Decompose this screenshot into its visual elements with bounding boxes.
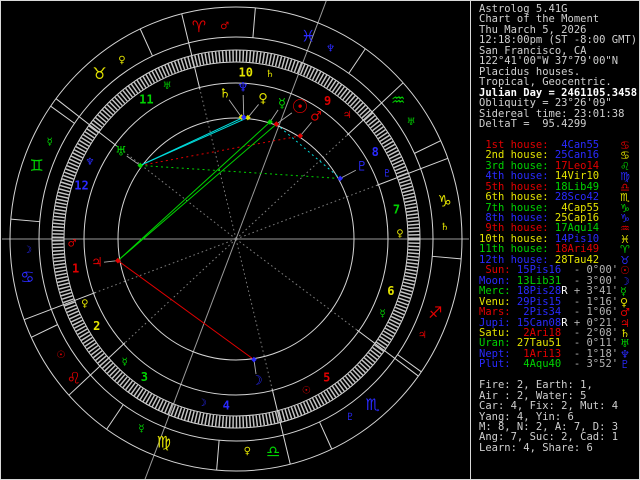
house-ruler-icon: ♄ (265, 69, 274, 80)
sign-ruler-icon: ♅ (407, 117, 416, 128)
house-ruler-icon: ♂ (68, 238, 77, 249)
planet-icon: ♇ (356, 160, 368, 175)
astrolog-window: ♈ ♂ ♉ ♀ ♊ ☿ ♋ ☽ ♌ ☉ ♍ ☿ ♎ ♀ ♏ ♇ ♐ ♃ ♑ ♄ ♒ ♅ ♓ ♆ 1 ♂ 2 ♀ 3 ☿ 4 ☽ 5 ☉ 6 ☿ 7 ♀ 8 ♇… (0, 0, 640, 480)
house-number: 5 (323, 371, 330, 385)
sign-ruler-icon: ☽ (23, 245, 32, 256)
planet-icon: ♅ (115, 145, 127, 160)
house-ruler-icon: ☿ (380, 309, 386, 320)
house-ruler-icon: ♇ (383, 168, 392, 179)
house-number: 11 (139, 92, 153, 106)
zodiac-sign-icon: ♊ (30, 156, 44, 175)
house-ruler-icon: ♀ (396, 229, 403, 240)
zodiac-sign-icon: ♍ (157, 433, 171, 452)
planet-icon: ♀ (258, 92, 268, 107)
zodiac-sign-icon: ♒ (391, 90, 405, 109)
planet-icon: ♆ (237, 81, 249, 96)
planet-icon: ☽ (251, 374, 263, 389)
house-number: 12 (74, 179, 88, 193)
house-ruler-icon: ♅ (163, 81, 172, 92)
sign-ruler-icon: ♇ (346, 412, 355, 423)
planet-degree-marker (137, 162, 144, 169)
planet-icon: ☉ (291, 96, 308, 118)
sign-ruler-icon: ♆ (326, 44, 335, 55)
sign-ruler-icon: ♀ (244, 446, 251, 457)
house-ruler-icon: ♃ (343, 110, 352, 121)
zodiac-sign-icon: ♉ (92, 64, 106, 83)
declination-value: - 3°52' (567, 358, 619, 371)
house-ruler-icon: ☉ (302, 385, 311, 396)
sign-ruler-icon: ♂ (220, 21, 229, 32)
sign-ruler-icon: ♃ (418, 330, 427, 341)
planet-pointer-lines (103, 94, 357, 375)
planet-degree-marker (337, 175, 344, 182)
zodiac-sign-icon: ♑ (438, 192, 452, 211)
planet-position-value: 4Aqu40 (510, 358, 562, 371)
house-number: 1 (72, 262, 79, 276)
house-ruler-icon: ♆ (86, 157, 95, 168)
zodiac-sign-icon: ♐ (428, 303, 442, 322)
chart-wheel: ♈ ♂♉♀♊☿♋☽♌☉♍☿♎♀♏♇♐♃♑♄♒♅♓♆1♂2♀3☿4☽5☉6☿7♀8♇… (2, 0, 469, 480)
house-number: 9 (324, 94, 331, 108)
house-ruler-icon: ☿ (122, 357, 128, 368)
planet-icon: ♄ (219, 87, 231, 102)
info-sidebar: Astrolog 5.41G Chart of the Moment Thu Mar… (471, 0, 640, 480)
house-number: 10 (239, 65, 253, 79)
chart-info-line: DeltaT = 95.4299 (479, 117, 587, 130)
house-number: 2 (93, 319, 100, 333)
element-stats-line: Learn: 4, Share: 6 (479, 441, 593, 454)
zodiac-sign-icon: ♏ (365, 395, 379, 414)
planet-icon: ♃ (91, 256, 103, 271)
house-ruler-icon: ♀ (81, 299, 88, 310)
planet-icon: ♂ (310, 110, 322, 125)
sign-ruler-icon: ☿ (47, 137, 53, 148)
sign-ruler-icon: ♀ (118, 55, 125, 66)
sign-ruler-icon: ☉ (56, 350, 65, 361)
house-number: 7 (393, 202, 400, 216)
house-number: 8 (372, 145, 379, 159)
planet-icon: ♇ (620, 358, 630, 372)
planet-icon: ☿ (278, 97, 286, 112)
panel-separator (470, 0, 471, 480)
zodiac-sign-icon: ♌ (67, 369, 81, 388)
sign-ruler-icon: ♄ (440, 222, 449, 233)
house-number: 4 (223, 399, 230, 413)
planet-label: Plut: (479, 358, 511, 371)
house-number: 6 (387, 284, 394, 298)
house-number: 3 (141, 370, 148, 384)
zodiac-sign-icon: ♎ (266, 442, 280, 461)
sign-ruler-icon: ☿ (138, 423, 144, 434)
zodiac-sign-icon: ♈ (192, 17, 206, 36)
planet-row: Plut: 4Aqu40 - 3°52' ♇ (479, 358, 630, 371)
zodiac-sign-icon: ♓ (301, 26, 315, 45)
house-ruler-icon: ☽ (198, 398, 207, 409)
zodiac-sign-icon: ♋ (20, 267, 34, 286)
